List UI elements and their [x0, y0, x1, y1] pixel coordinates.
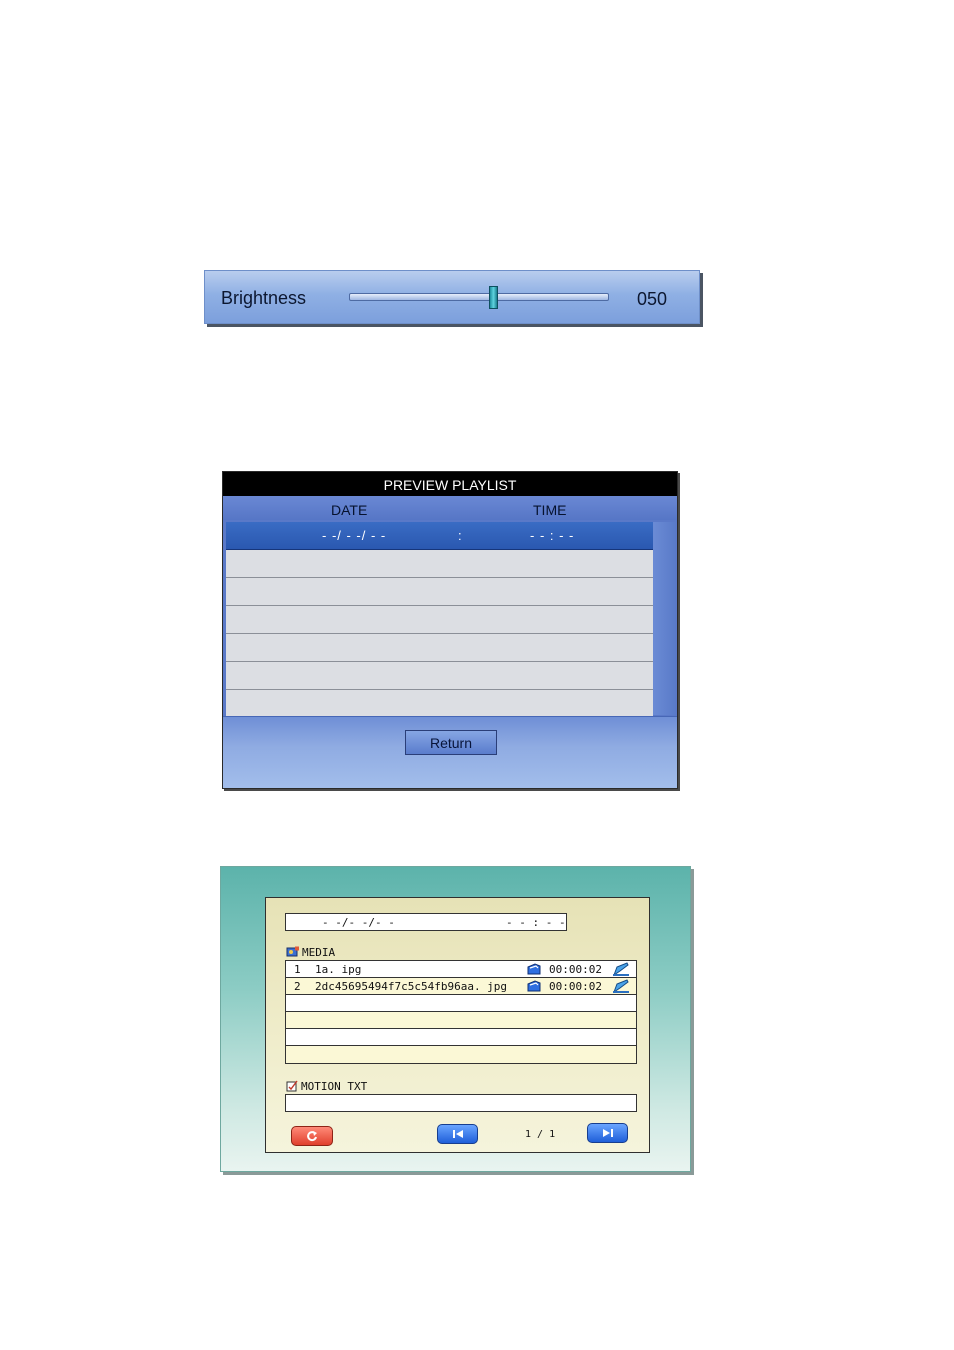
- media-list: 1 1a. ipg 00:00:02 2 2dc45695494f7c5c54f…: [285, 960, 637, 1064]
- playlist-list: - -/ - -/ - - : - - : - -: [226, 522, 653, 718]
- column-header-date: DATE: [331, 502, 368, 518]
- previous-page-button[interactable]: [437, 1124, 478, 1144]
- column-header-time: TIME: [533, 502, 567, 518]
- picture-icon[interactable]: [526, 962, 542, 976]
- playlist-row[interactable]: [226, 578, 653, 606]
- refresh-button[interactable]: [291, 1126, 333, 1146]
- motion-txt-field[interactable]: [285, 1094, 637, 1112]
- refresh-icon: [307, 1131, 317, 1142]
- playlist-row[interactable]: [226, 634, 653, 662]
- edit-icon[interactable]: [612, 961, 630, 977]
- media-list-item[interactable]: [286, 1029, 636, 1046]
- media-list-item[interactable]: [286, 1012, 636, 1029]
- row-time: - - : - -: [530, 528, 575, 543]
- media-list-item[interactable]: [286, 995, 636, 1012]
- brightness-label: Brightness: [221, 288, 307, 308]
- brightness-slider-track[interactable]: [349, 293, 609, 301]
- playlist-title: PREVIEW PLAYLIST: [223, 472, 677, 496]
- playlist-scrollbar[interactable]: [653, 522, 675, 715]
- edit-icon[interactable]: [612, 978, 630, 994]
- date-value: - -/- -/- -: [322, 916, 395, 929]
- playlist-row[interactable]: [226, 606, 653, 634]
- skip-next-icon: [602, 1129, 613, 1137]
- playlist-row[interactable]: - -/ - -/ - - : - - : - -: [226, 522, 653, 550]
- media-label-text: MEDIA: [302, 946, 336, 959]
- brightness-slider-thumb[interactable]: [489, 286, 498, 309]
- picture-icon[interactable]: [526, 979, 542, 993]
- media-list-item[interactable]: 1 1a. ipg 00:00:02: [286, 961, 636, 978]
- playlist-header: DATE TIME: [223, 496, 677, 520]
- media-icon: [286, 946, 299, 957]
- return-button[interactable]: Return: [405, 730, 497, 755]
- row-separator: :: [458, 528, 462, 543]
- item-number: 2: [294, 980, 301, 993]
- row-date: - -/ - -/ - -: [322, 528, 387, 543]
- brightness-osd: Brightness 050: [204, 270, 700, 324]
- item-duration: 00:00:02: [549, 963, 602, 976]
- media-preview-panel: - -/- -/- - - - : - - MEDIA 1 1a. ipg 00…: [220, 866, 691, 1172]
- media-list-item[interactable]: [286, 1046, 636, 1063]
- motion-label-text: MOTION TXT: [301, 1080, 368, 1093]
- item-duration: 00:00:02: [549, 980, 602, 993]
- motion-txt-icon: [286, 1080, 298, 1092]
- playlist-row[interactable]: [226, 550, 653, 578]
- media-section-label: MEDIA: [286, 946, 335, 959]
- motion-txt-label: MOTION TXT: [286, 1080, 367, 1093]
- playlist-row[interactable]: [226, 662, 653, 690]
- playlist-row[interactable]: [226, 690, 653, 718]
- media-panel-content: - -/- -/- - - - : - - MEDIA 1 1a. ipg 00…: [265, 897, 650, 1153]
- playlist-footer: Return: [223, 716, 677, 788]
- item-filename: 1a. ipg: [315, 963, 362, 976]
- item-number: 1: [294, 963, 301, 976]
- next-page-button[interactable]: [587, 1123, 628, 1143]
- media-list-item[interactable]: 2 2dc45695494f7c5c54fb96aa. jpg 00:00:02: [286, 978, 636, 995]
- time-value: - - : - -: [506, 916, 566, 929]
- skip-previous-icon: [452, 1130, 463, 1138]
- page-indicator: 1 / 1: [525, 1129, 556, 1140]
- preview-playlist-dialog: PREVIEW PLAYLIST DATE TIME - -/ - -/ - -…: [222, 471, 678, 789]
- item-filename: 2dc45695494f7c5c54fb96aa. jpg: [315, 980, 508, 993]
- brightness-value: 050: [637, 289, 668, 309]
- date-time-field: - -/- -/- - - - : - -: [285, 913, 567, 931]
